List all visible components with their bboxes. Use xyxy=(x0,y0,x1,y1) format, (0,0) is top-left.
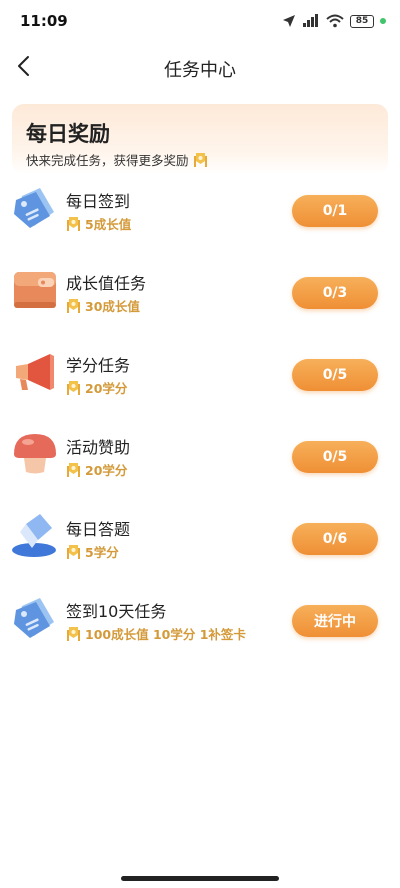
location-arrow-icon xyxy=(283,15,295,27)
status-bar: 11:09 85 xyxy=(0,0,400,44)
task-name: 学分任务 xyxy=(66,356,131,375)
cellular-signal-icon xyxy=(303,14,318,27)
task-progress-button[interactable]: 0/5 xyxy=(292,441,378,473)
task-reward: 5成长值 xyxy=(66,214,131,233)
medal-icon xyxy=(67,544,80,559)
banner-subtitle-row: 快来完成任务，获得更多奖励 xyxy=(26,150,208,169)
price-tag-icon xyxy=(14,598,54,638)
status-time: 11:09 xyxy=(20,12,68,30)
task-row-checkin-10-days: 签到10天任务 100成长值 10学分 1补签卡 进行中 xyxy=(0,580,400,662)
banner-subtitle: 快来完成任务，获得更多奖励 xyxy=(26,153,189,168)
nav-bar: 任务中心 xyxy=(0,44,400,90)
task-row-daily-quiz: 每日答题 5学分 0/6 xyxy=(0,498,400,580)
battery-indicator: 85 xyxy=(350,14,374,28)
task-reward-text: 20学分 xyxy=(85,381,128,396)
task-name: 每日答题 xyxy=(66,520,131,539)
wallet-icon xyxy=(14,272,56,308)
task-reward: 5学分 xyxy=(66,542,119,561)
task-reward: 20学分 xyxy=(66,378,127,397)
task-name: 成长值任务 xyxy=(66,274,147,293)
privacy-dot-icon xyxy=(380,18,386,24)
banner-title: 每日奖励 xyxy=(26,122,110,146)
task-reward: 20学分 xyxy=(66,460,127,479)
task-reward-text: 30成长值 xyxy=(85,299,140,314)
task-progress-button[interactable]: 0/5 xyxy=(292,359,378,391)
task-name: 每日签到 xyxy=(66,192,131,211)
task-reward: 100成长值 10学分 1补签卡 xyxy=(66,624,246,643)
task-name: 签到10天任务 xyxy=(66,602,167,621)
task-progress-button[interactable]: 0/1 xyxy=(292,195,378,227)
task-reward-text: 100成长值 10学分 1补签卡 xyxy=(85,627,246,642)
medal-icon xyxy=(67,216,80,231)
task-reward-text: 5成长值 xyxy=(85,217,132,232)
medal-icon xyxy=(67,380,80,395)
task-row-daily-checkin: 每日签到 5成长值 0/1 xyxy=(0,170,400,252)
task-row-credits: 学分任务 20学分 0/5 xyxy=(0,334,400,416)
medal-icon xyxy=(67,462,80,477)
daily-reward-banner: 每日奖励 快来完成任务，获得更多奖励 xyxy=(12,104,388,174)
task-reward-text: 20学分 xyxy=(85,463,128,478)
medal-icon xyxy=(67,626,80,641)
eraser-icon xyxy=(12,514,56,557)
task-progress-button[interactable]: 0/6 xyxy=(292,523,378,555)
page-title: 任务中心 xyxy=(164,60,236,81)
task-reward-text: 5学分 xyxy=(85,545,119,560)
task-row-event-sponsor: 活动赞助 20学分 0/5 xyxy=(0,416,400,498)
wifi-icon xyxy=(326,14,344,28)
mushroom-icon xyxy=(14,434,56,474)
megaphone-icon xyxy=(16,354,54,390)
home-indicator[interactable] xyxy=(121,876,279,881)
medal-icon xyxy=(193,152,207,167)
medal-icon xyxy=(67,298,80,313)
price-tag-icon xyxy=(14,188,54,228)
task-reward: 30成长值 xyxy=(66,296,140,315)
task-row-growth-value: 成长值任务 30成长值 0/3 xyxy=(0,252,400,334)
status-icons: 85 xyxy=(282,14,386,28)
task-progress-button[interactable]: 0/3 xyxy=(292,277,378,309)
task-status-button[interactable]: 进行中 xyxy=(292,605,378,637)
task-name: 活动赞助 xyxy=(66,438,131,457)
